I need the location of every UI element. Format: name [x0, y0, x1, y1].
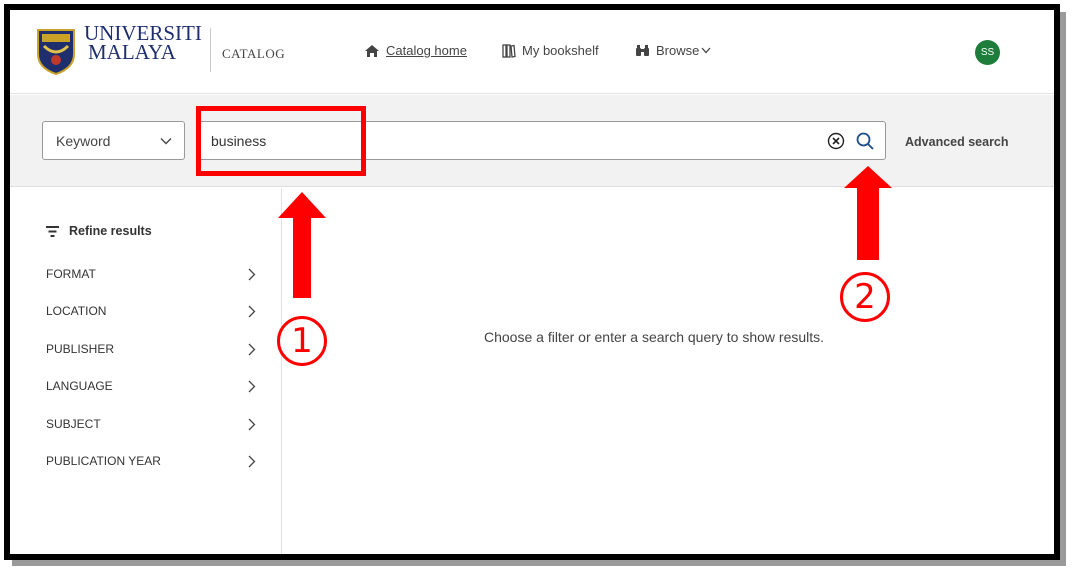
facet-label: FORMAT — [46, 267, 96, 281]
university-name: UNIVERSITI MALAYA — [84, 23, 202, 64]
facet-label: LANGUAGE — [46, 379, 113, 393]
university-crest-logo[interactable] — [36, 28, 76, 76]
header-divider — [210, 28, 211, 72]
chevron-down-icon — [160, 137, 172, 144]
facet-label: PUBLISHER — [46, 342, 115, 356]
facet-publisher[interactable]: PUBLISHER — [46, 342, 256, 356]
site-header: UNIVERSITI MALAYA CATALOG Catalog home M… — [10, 10, 1054, 94]
chevron-right-icon — [248, 268, 256, 280]
clear-search-icon[interactable] — [827, 132, 845, 150]
nav-my-bookshelf-label: My bookshelf — [522, 43, 599, 58]
frame-shadow-right — [1060, 12, 1066, 566]
home-icon — [365, 44, 379, 57]
search-icon[interactable] — [855, 131, 875, 151]
facet-location[interactable]: LOCATION — [46, 304, 256, 318]
annotation-arrow-up-2 — [844, 166, 892, 260]
chevron-down-icon — [701, 47, 711, 54]
search-scope-value: Keyword — [56, 132, 111, 149]
nav-my-bookshelf[interactable]: My bookshelf — [502, 43, 599, 58]
refine-results-label: Refine results — [69, 224, 152, 238]
chevron-right-icon — [248, 418, 256, 430]
chevron-right-icon — [248, 343, 256, 355]
screenshot-frame: UNIVERSITI MALAYA CATALOG Catalog home M… — [4, 4, 1060, 560]
nav-browse-label: Browse — [656, 43, 700, 58]
annotation-step-1: 1 — [277, 316, 327, 366]
user-avatar[interactable]: SS — [975, 40, 1000, 65]
chevron-right-icon — [248, 455, 256, 467]
annotation-highlight-box — [196, 106, 366, 176]
binoculars-icon — [636, 45, 649, 56]
search-scope-dropdown[interactable]: Keyword — [42, 121, 185, 160]
advanced-search-link[interactable]: Advanced search — [905, 135, 1009, 149]
nav-catalog-home-label: Catalog home — [386, 43, 467, 58]
refine-sidebar: Refine results FORMAT LOCATION PUBLISHER… — [10, 188, 282, 554]
nav-browse[interactable]: Browse — [635, 43, 711, 58]
annotation-arrow-up-1 — [278, 192, 326, 298]
facet-subject[interactable]: SUBJECT — [46, 417, 256, 431]
filter-icon — [46, 225, 59, 237]
empty-results-message: Choose a filter or enter a search query … — [484, 329, 825, 345]
facet-publication-year[interactable]: PUBLICATION YEAR — [46, 454, 256, 468]
annotation-step-2: 2 — [840, 272, 890, 322]
facet-label: LOCATION — [46, 304, 107, 318]
facet-label: SUBJECT — [46, 417, 101, 431]
chevron-right-icon — [248, 380, 256, 392]
university-name-line2: MALAYA — [88, 40, 176, 64]
facet-label: PUBLICATION YEAR — [46, 454, 161, 468]
facet-format[interactable]: FORMAT — [46, 267, 256, 281]
facet-language[interactable]: LANGUAGE — [46, 379, 256, 393]
nav-catalog-home[interactable]: Catalog home — [364, 43, 467, 58]
refine-results-header[interactable]: Refine results — [46, 224, 152, 238]
search-bar-section: Keyword Advanced search — [10, 95, 1054, 187]
catalog-label: CATALOG — [222, 46, 286, 61]
bookshelf-icon — [502, 43, 516, 58]
chevron-right-icon — [248, 305, 256, 317]
frame-shadow-bottom — [12, 560, 1064, 566]
